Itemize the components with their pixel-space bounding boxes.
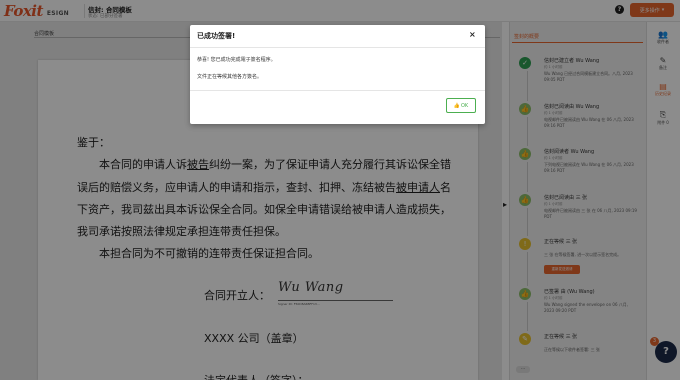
close-icon[interactable]: × [469, 30, 476, 39]
dialog-title: 已成功签署! [197, 32, 236, 40]
dialog-message-2: 文件正在等候其他各方簽名。 [197, 74, 263, 80]
dialog-header: 已成功签署! × [190, 25, 485, 48]
dialog-footer-divider [190, 90, 485, 91]
ok-button[interactable]: 👍 OK [446, 98, 476, 113]
ok-label: OK [461, 102, 469, 109]
success-dialog: 已成功签署! × 恭喜! 您已成功完成電子簽名程序。 文件正在等候其他各方簽名。… [190, 25, 485, 124]
thumbs-up-icon: 👍 [453, 102, 460, 109]
dialog-message-1: 恭喜! 您已成功完成電子簽名程序。 [197, 57, 276, 63]
